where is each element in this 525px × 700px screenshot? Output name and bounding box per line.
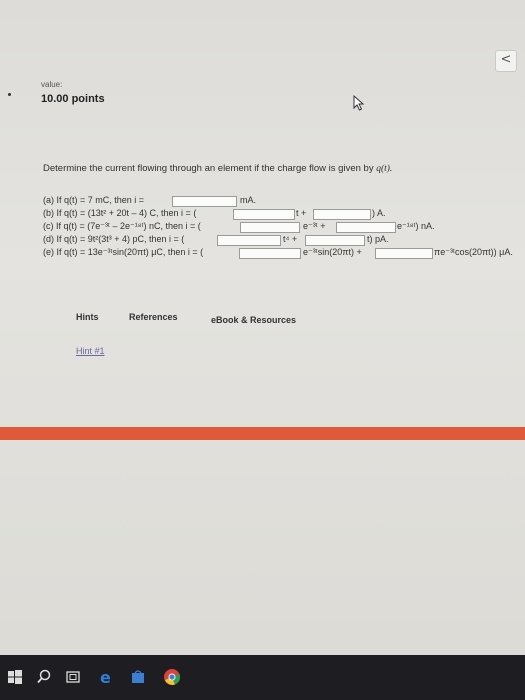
tab-hints[interactable]: Hints — [76, 312, 99, 322]
part-e-unit-1: e⁻³ᵗsin(20πt) + — [303, 247, 362, 257]
next-question-button[interactable]: < — [495, 50, 517, 72]
mouse-pointer-icon — [353, 95, 365, 111]
part-d-input-2[interactable] — [305, 235, 365, 246]
tab-references[interactable]: References — [129, 312, 178, 322]
edge-browser-icon[interactable]: e — [97, 668, 115, 686]
windows-taskbar: e — [0, 655, 525, 700]
accent-divider — [0, 427, 525, 440]
part-b-text: (b) If q(t) = (13t² + 20t – 4) C, then i… — [43, 208, 197, 218]
part-a-text: (a) If q(t) = 7 mC, then i = — [43, 195, 145, 205]
part-e-unit-2: πe⁻³ᵗcos(20πt)) μA. — [434, 247, 513, 257]
bullet-marker — [8, 93, 11, 96]
part-b-input-2[interactable] — [313, 209, 371, 220]
value-label: value: — [41, 80, 63, 89]
part-b-unit-1: t + — [296, 208, 307, 218]
store-icon[interactable] — [129, 668, 147, 686]
part-a-input[interactable] — [172, 196, 237, 207]
points-value: 10.00 points — [41, 93, 105, 105]
part-e-input-2[interactable] — [375, 248, 433, 259]
part-c-input-2[interactable] — [336, 222, 396, 233]
search-icon[interactable] — [35, 668, 53, 686]
tab-ebook-resources[interactable]: eBook & Resources — [211, 315, 296, 325]
part-e-text: (e) If q(t) = 13e⁻³ᵗsin(20πt) μC, then i… — [43, 247, 204, 257]
hint-1-link[interactable]: Hint #1 — [76, 346, 105, 356]
part-a-unit: mA. — [240, 195, 257, 205]
part-b-input-1[interactable] — [233, 209, 295, 220]
question-page: < value: 10.00 points Determine the curr… — [0, 0, 525, 655]
part-a-row: (a) If q(t) = 7 mC, then i = mA. — [43, 195, 513, 209]
question-parts: (a) If q(t) = 7 mC, then i = mA. (b) If … — [43, 195, 513, 285]
svg-text:e: e — [100, 668, 111, 686]
windows-start-icon[interactable] — [6, 668, 24, 686]
prompt-variable: q(t). — [376, 164, 393, 174]
part-c-text: (c) If q(t) = (7e⁻³ᵗ – 2e⁻¹⁸ᵗ) nC, then … — [43, 221, 201, 231]
part-d-input-1[interactable] — [217, 235, 281, 246]
part-e-input-1[interactable] — [239, 248, 301, 259]
task-view-icon[interactable] — [64, 668, 82, 686]
prompt-text: Determine the current flowing through an… — [43, 163, 377, 174]
part-c-row: (c) If q(t) = (7e⁻³ᵗ – 2e⁻¹⁸ᵗ) nC, then … — [43, 221, 513, 235]
part-d-text: (d) If q(t) = 9t²(3t³ + 4) pC, then i = … — [43, 234, 185, 244]
part-c-input-1[interactable] — [240, 222, 300, 233]
part-d-unit-2: t) pA. — [367, 234, 389, 244]
part-c-unit-2: e⁻¹⁸ᵗ) nA. — [397, 221, 435, 231]
chevron-left-icon: < — [500, 52, 512, 67]
part-b-row: (b) If q(t) = (13t² + 20t – 4) C, then i… — [43, 208, 513, 222]
part-d-row: (d) If q(t) = 9t²(3t³ + 4) pC, then i = … — [43, 234, 513, 248]
part-d-unit-1: t⁴ + — [283, 234, 298, 244]
chrome-icon[interactable] — [163, 668, 181, 686]
part-c-unit-1: e⁻³ᵗ + — [303, 221, 326, 231]
part-e-row: (e) If q(t) = 13e⁻³ᵗsin(20πt) μC, then i… — [43, 247, 513, 261]
part-b-unit-2: ) A. — [372, 208, 386, 218]
question-prompt: Determine the current flowing through an… — [43, 163, 392, 174]
